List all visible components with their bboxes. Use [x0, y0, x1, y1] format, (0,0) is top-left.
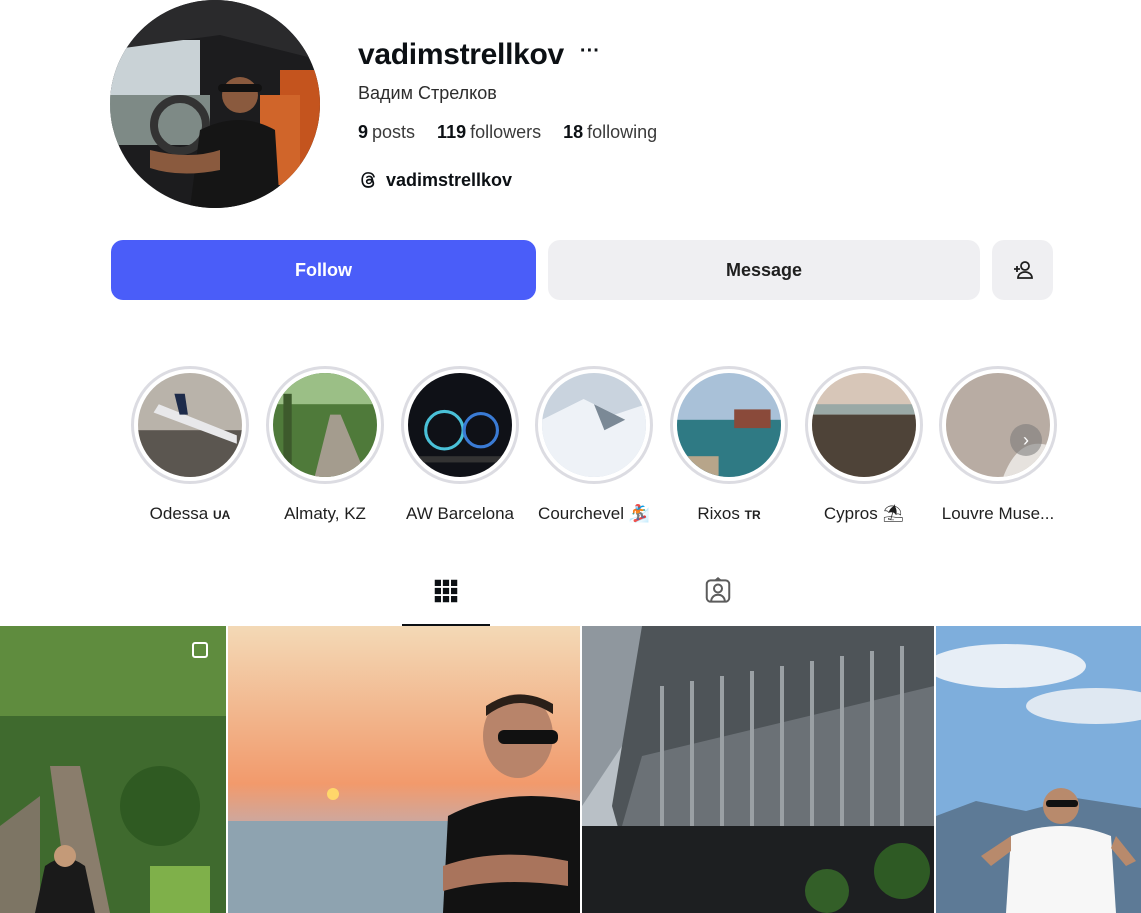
- post-image: [228, 626, 580, 913]
- highlight-label: Courchevel 🏂: [538, 504, 650, 523]
- carousel-icon: [192, 642, 208, 658]
- highlight-rixos[interactable]: Rixos TR: [669, 366, 789, 524]
- posts-stat: 9 posts: [358, 122, 415, 143]
- avatar-photo: [110, 0, 320, 208]
- followers-label: followers: [470, 122, 542, 142]
- highlight-cover: [273, 373, 377, 477]
- highlight-odessa[interactable]: Odessa UA: [130, 366, 250, 524]
- full-name: Вадим Стрелков: [358, 83, 497, 103]
- highlight-label: AW Barcelona: [405, 504, 515, 523]
- highlight-ring: [805, 366, 923, 484]
- following-count: 18: [563, 122, 584, 142]
- add-user-icon: [1013, 261, 1033, 279]
- highlight-almaty[interactable]: Almaty, KZ: [265, 366, 385, 524]
- highlight-barcelona[interactable]: AW Barcelona: [400, 366, 520, 524]
- chevron-right-icon[interactable]: ›: [1010, 424, 1042, 456]
- posts-grid: [0, 626, 1141, 913]
- message-button[interactable]: Message: [548, 240, 980, 300]
- highlight-ring: [401, 366, 519, 484]
- more-options-button[interactable]: ···: [580, 41, 600, 64]
- profile-stats: 9 posts 119 followers 18 following: [358, 122, 958, 143]
- add-user-button[interactable]: [992, 240, 1053, 300]
- follow-button[interactable]: Follow: [111, 240, 536, 300]
- username: vadimstrellkov: [358, 38, 564, 71]
- highlight-cover: [542, 373, 646, 477]
- post-thumbnail[interactable]: [228, 626, 580, 913]
- threads-handle: vadimstrellkov: [386, 169, 513, 190]
- followers-stat[interactable]: 119 followers: [437, 122, 541, 143]
- tagged-icon: [705, 576, 731, 603]
- tab-tagged[interactable]: [674, 572, 762, 626]
- highlight-label: Cypros ⛱: [823, 504, 905, 523]
- highlight-label: Odessa UA: [149, 504, 231, 523]
- profile-avatar[interactable]: [110, 0, 320, 208]
- highlight-cypros[interactable]: Cypros ⛱: [804, 366, 924, 524]
- highlight-courchevel[interactable]: Courchevel 🏂: [534, 366, 654, 524]
- post-thumbnail[interactable]: [936, 626, 1141, 913]
- highlight-ring: [670, 366, 788, 484]
- post-image: [582, 626, 934, 913]
- post-image: [936, 626, 1141, 913]
- posts-count: 9: [358, 122, 369, 142]
- highlight-cover: [677, 373, 781, 477]
- profile-tabs: [0, 572, 1141, 626]
- highlight-ring: [535, 366, 653, 484]
- profile-info: vadimstrellkov ··· Вадим Стрелков 9 posts…: [358, 35, 958, 191]
- highlight-label: Almaty, KZ: [284, 504, 366, 523]
- following-stat[interactable]: 18 following: [563, 122, 657, 143]
- post-thumbnail[interactable]: [0, 626, 226, 913]
- username-row: vadimstrellkov ···: [358, 35, 958, 75]
- following-label: following: [587, 122, 658, 142]
- highlight-cover: [946, 373, 1050, 477]
- highlight-cover: [138, 373, 242, 477]
- followers-count: 119: [437, 122, 467, 142]
- tab-posts[interactable]: [402, 572, 490, 626]
- highlight-ring: [266, 366, 384, 484]
- posts-label: posts: [372, 122, 416, 142]
- threads-icon: [361, 172, 375, 188]
- highlight-cover: [408, 373, 512, 477]
- post-image: [0, 626, 226, 913]
- highlight-label: Rixos TR: [697, 504, 761, 523]
- highlight-label: Louvre Muse...: [941, 504, 1055, 523]
- post-thumbnail[interactable]: [582, 626, 934, 913]
- story-highlights: Odessa UA Almaty, KZ AW Barcelona Courch…: [130, 366, 1060, 526]
- highlight-ring: [939, 366, 1057, 484]
- grid-icon: [434, 579, 458, 603]
- highlight-cover: [812, 373, 916, 477]
- highlight-ring: [131, 366, 249, 484]
- threads-link[interactable]: vadimstrellkov: [358, 169, 958, 191]
